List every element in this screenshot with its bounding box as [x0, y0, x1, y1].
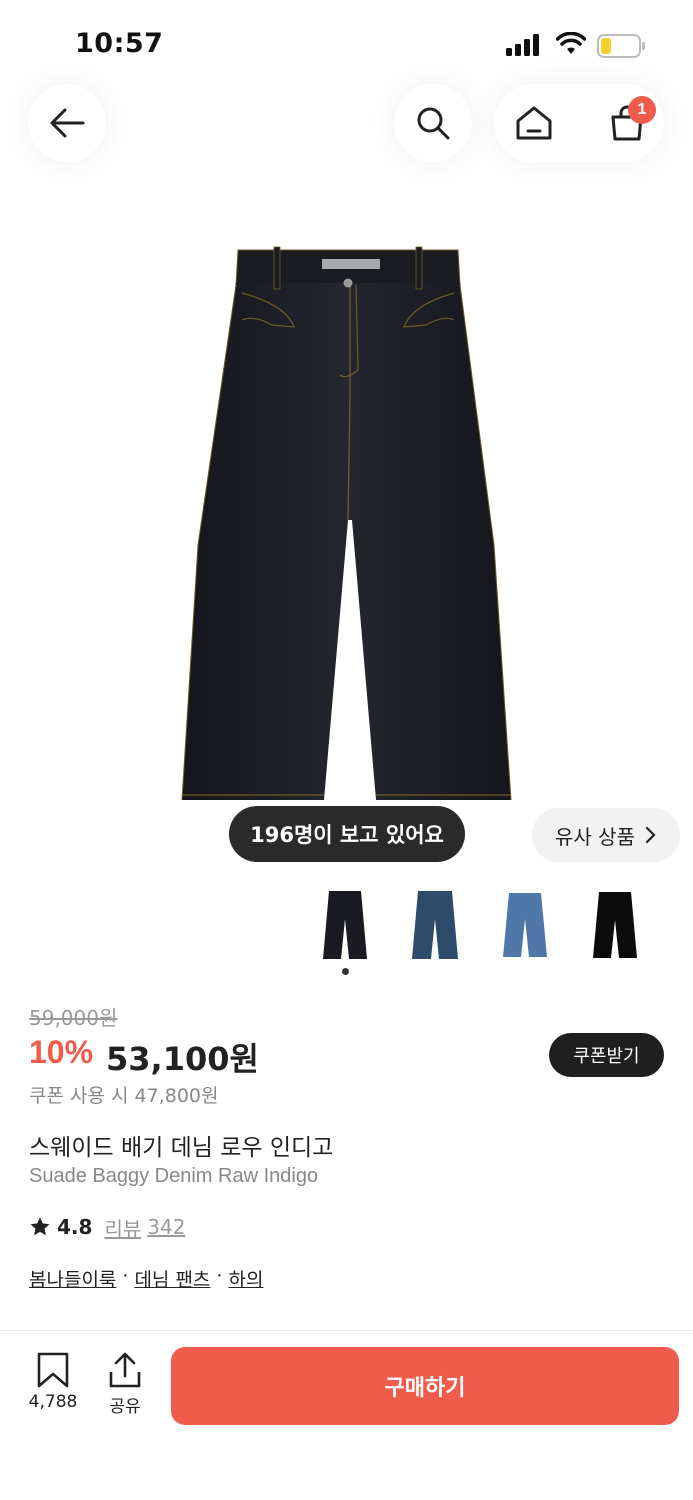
jeans-thumbnail-icon — [503, 893, 547, 957]
product-title-english: Suade Baggy Denim Raw Indigo — [29, 1165, 319, 1187]
search-icon — [417, 107, 450, 140]
breadcrumb: 봄나들이룩 · 데님 팬츠 · 하의 — [29, 1265, 263, 1292]
signal-icon — [506, 34, 539, 56]
search-button[interactable] — [394, 84, 472, 162]
product-title: 스웨이드 배기 데님 로우 인디고 — [29, 1135, 334, 1161]
sale-price: 53,100원 — [106, 1040, 259, 1078]
cart-count-badge: 1 — [628, 96, 656, 124]
similar-products-label: 유사 상품 — [555, 824, 635, 849]
original-price: 59,000원 — [29, 1006, 118, 1030]
battery-icon — [597, 34, 645, 58]
product-image[interactable] — [176, 245, 522, 805]
wishlist-button[interactable]: 4,788 — [20, 1352, 86, 1412]
back-button[interactable] — [28, 84, 106, 162]
jeans-thumbnail-icon — [323, 891, 367, 959]
home-button[interactable] — [510, 96, 558, 150]
thumbnail-black[interactable] — [570, 880, 660, 970]
status-bar: 10:57 — [0, 0, 693, 90]
breadcrumb-separator: · — [122, 1265, 129, 1287]
share-label: 공유 — [109, 1397, 141, 1417]
status-time: 10:57 — [75, 28, 164, 59]
wishlist-count: 4,788 — [28, 1392, 78, 1412]
share-button[interactable]: 공유 — [100, 1352, 150, 1417]
breadcrumb-item[interactable]: 하의 — [228, 1265, 263, 1292]
jeans-thumbnail-icon — [412, 891, 458, 959]
discount-rate: 10% — [29, 1034, 94, 1070]
jeans-thumbnail-icon — [593, 892, 637, 958]
viewers-count-badge: 196명이 보고 있어요 — [229, 806, 465, 862]
review-count[interactable]: 342 — [147, 1215, 185, 1239]
star-icon — [30, 1217, 50, 1236]
share-icon — [109, 1352, 141, 1388]
breadcrumb-item[interactable]: 봄나들이룩 — [29, 1265, 116, 1292]
thumbnail-mid-blue[interactable] — [390, 880, 480, 970]
arrow-left-icon — [50, 108, 85, 138]
buy-button[interactable]: 구매하기 — [171, 1347, 679, 1425]
coupon-price: 쿠폰 사용 시 47,800원 — [29, 1085, 219, 1107]
wifi-icon — [556, 32, 586, 54]
thumbnail-raw-indigo[interactable] — [300, 880, 390, 970]
rating-value: 4.8 — [57, 1215, 93, 1239]
breadcrumb-separator: · — [216, 1265, 223, 1287]
rating-row: 4.8 리뷰 342 — [29, 1212, 185, 1242]
similar-products-button[interactable]: 유사 상품 — [532, 808, 680, 862]
breadcrumb-item[interactable]: 데님 팬츠 — [134, 1265, 210, 1292]
get-coupon-button[interactable]: 쿠폰받기 — [549, 1033, 664, 1077]
review-link-label[interactable]: 리뷰 — [104, 1213, 141, 1242]
chevron-right-icon — [645, 826, 656, 844]
home-icon — [516, 106, 552, 140]
bookmark-icon — [37, 1352, 69, 1388]
color-thumbnails — [300, 880, 693, 970]
carousel-dot-active — [342, 968, 349, 975]
thumbnail-light-blue[interactable] — [480, 880, 570, 970]
